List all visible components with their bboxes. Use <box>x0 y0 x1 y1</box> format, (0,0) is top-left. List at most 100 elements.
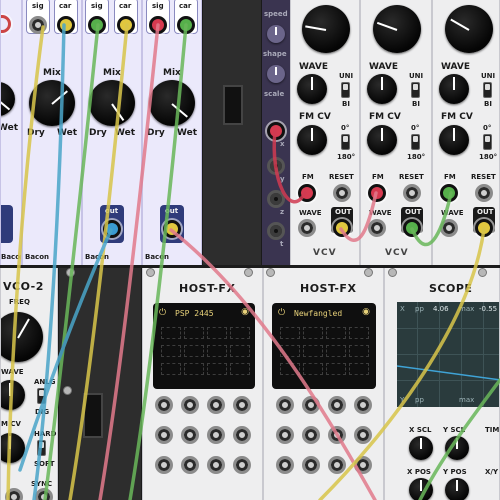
screw <box>388 268 397 277</box>
lfo-module-1: WAVE UNI BI FM CV 0° 180° FM RESET WAVE … <box>290 0 360 265</box>
screw <box>266 268 275 277</box>
freq-knob[interactable] <box>1 312 43 362</box>
blank-connector <box>223 85 243 125</box>
io-jack[interactable] <box>233 456 251 474</box>
freq-knob[interactable] <box>302 5 350 53</box>
io-jack[interactable] <box>328 396 346 414</box>
phase-switch[interactable] <box>411 134 420 150</box>
io-jack[interactable] <box>276 456 294 474</box>
fm-input-plug[interactable] <box>440 184 458 202</box>
io-jack[interactable] <box>181 456 199 474</box>
io-jack[interactable] <box>155 456 173 474</box>
sig-input-plug[interactable] <box>149 16 167 34</box>
io-jack[interactable] <box>276 396 294 414</box>
fm-cv-knob[interactable] <box>367 125 397 155</box>
car-input-plug[interactable] <box>57 16 75 34</box>
scope-display[interactable]: X pp 4.06 max -0.55 Y pp max <box>397 302 499 407</box>
z-output-jack[interactable] <box>267 190 285 208</box>
reset-input-jack[interactable] <box>333 184 351 202</box>
io-jack[interactable] <box>207 456 225 474</box>
plugin-display[interactable]: ⏻ Newfangled ◉ <box>272 303 376 389</box>
io-jack[interactable] <box>233 396 251 414</box>
freq-knob[interactable] <box>373 5 421 53</box>
param-slot <box>349 345 369 357</box>
io-jack[interactable] <box>328 456 346 474</box>
sig-input-jack[interactable] <box>29 16 47 34</box>
io-jack[interactable] <box>181 396 199 414</box>
wave-knob[interactable] <box>1 380 25 410</box>
fm-input-plug[interactable] <box>298 184 316 202</box>
reset-input-jack[interactable] <box>403 184 421 202</box>
mix-knob[interactable] <box>89 80 135 126</box>
out-plug[interactable] <box>403 219 421 237</box>
io-jack[interactable] <box>155 396 173 414</box>
plugin-display[interactable]: ⏻ PSP 2445 ◉ <box>153 303 255 389</box>
io-jack[interactable] <box>302 396 320 414</box>
eye-icon[interactable]: ◉ <box>362 307 370 317</box>
uni-bi-switch[interactable] <box>411 82 420 98</box>
phase-switch[interactable] <box>341 134 350 150</box>
io-jack[interactable] <box>328 426 346 444</box>
wave-knob[interactable] <box>297 74 327 104</box>
wave-knob[interactable] <box>367 74 397 104</box>
out-plug[interactable] <box>163 220 181 238</box>
input-jack[interactable] <box>5 488 23 500</box>
out-plug[interactable] <box>475 219 493 237</box>
car-input-plug[interactable] <box>177 16 195 34</box>
io-jack[interactable] <box>354 456 372 474</box>
io-jack[interactable] <box>181 426 199 444</box>
eye-icon[interactable]: ◉ <box>241 307 249 317</box>
out-plug[interactable] <box>333 219 351 237</box>
deg180-label: 180° <box>407 153 426 161</box>
wave-output-jack[interactable] <box>440 219 458 237</box>
io-jack[interactable] <box>354 426 372 444</box>
fm-cv-knob[interactable] <box>1 433 25 463</box>
io-jack[interactable] <box>302 426 320 444</box>
uni-bi-switch[interactable] <box>483 82 492 98</box>
fm-cv-knob[interactable] <box>297 125 327 155</box>
wave-knob[interactable] <box>439 74 469 104</box>
shape-knob[interactable] <box>267 65 285 83</box>
uni-bi-switch[interactable] <box>341 82 350 98</box>
phase-switch[interactable] <box>483 134 492 150</box>
x-scl-knob[interactable] <box>409 436 433 460</box>
reset-input-jack[interactable] <box>475 184 493 202</box>
mix-knob[interactable] <box>149 80 195 126</box>
io-jack[interactable] <box>207 396 225 414</box>
x-output-plug[interactable] <box>267 122 285 140</box>
x-pos-knob[interactable] <box>409 478 433 500</box>
speed-knob[interactable] <box>267 25 285 43</box>
brand-label: Bacon <box>85 253 110 261</box>
y-pos-knob[interactable] <box>445 478 469 500</box>
io-jack[interactable] <box>155 426 173 444</box>
power-icon[interactable]: ⏻ <box>159 308 166 318</box>
y-scl-knob[interactable] <box>445 436 469 460</box>
sync-input-jack[interactable] <box>35 488 53 500</box>
io-jack[interactable] <box>354 396 372 414</box>
lfo-module-3-partial: WAVE UNI BI FM CV 0° 180° FM RESET WAVE … <box>432 0 500 265</box>
y-output-jack[interactable] <box>267 157 285 175</box>
fm-input-plug[interactable] <box>368 184 386 202</box>
io-jack[interactable] <box>276 426 294 444</box>
mix-knob[interactable] <box>29 80 75 126</box>
sig-input-jack[interactable] <box>1 15 11 33</box>
mix-knob[interactable] <box>1 82 15 116</box>
vcv-logo: VCV <box>313 248 337 258</box>
io-jack[interactable] <box>302 456 320 474</box>
sig-input-plug[interactable] <box>88 16 106 34</box>
hard-soft-switch[interactable] <box>37 440 46 456</box>
wave-output-jack[interactable] <box>368 219 386 237</box>
z-label: z <box>280 208 285 216</box>
car-label: car <box>179 2 192 10</box>
fm-cv-knob[interactable] <box>439 125 469 155</box>
out-plug[interactable] <box>103 220 121 238</box>
wave-output-jack[interactable] <box>298 219 316 237</box>
io-jack[interactable] <box>233 426 251 444</box>
io-jack[interactable] <box>207 426 225 444</box>
car-label: car <box>119 2 132 10</box>
freq-knob[interactable] <box>445 5 493 53</box>
t-output-jack[interactable] <box>267 222 285 240</box>
car-input-plug[interactable] <box>117 16 135 34</box>
power-icon[interactable]: ⏻ <box>278 308 285 318</box>
anlg-digi-switch[interactable] <box>37 388 46 404</box>
